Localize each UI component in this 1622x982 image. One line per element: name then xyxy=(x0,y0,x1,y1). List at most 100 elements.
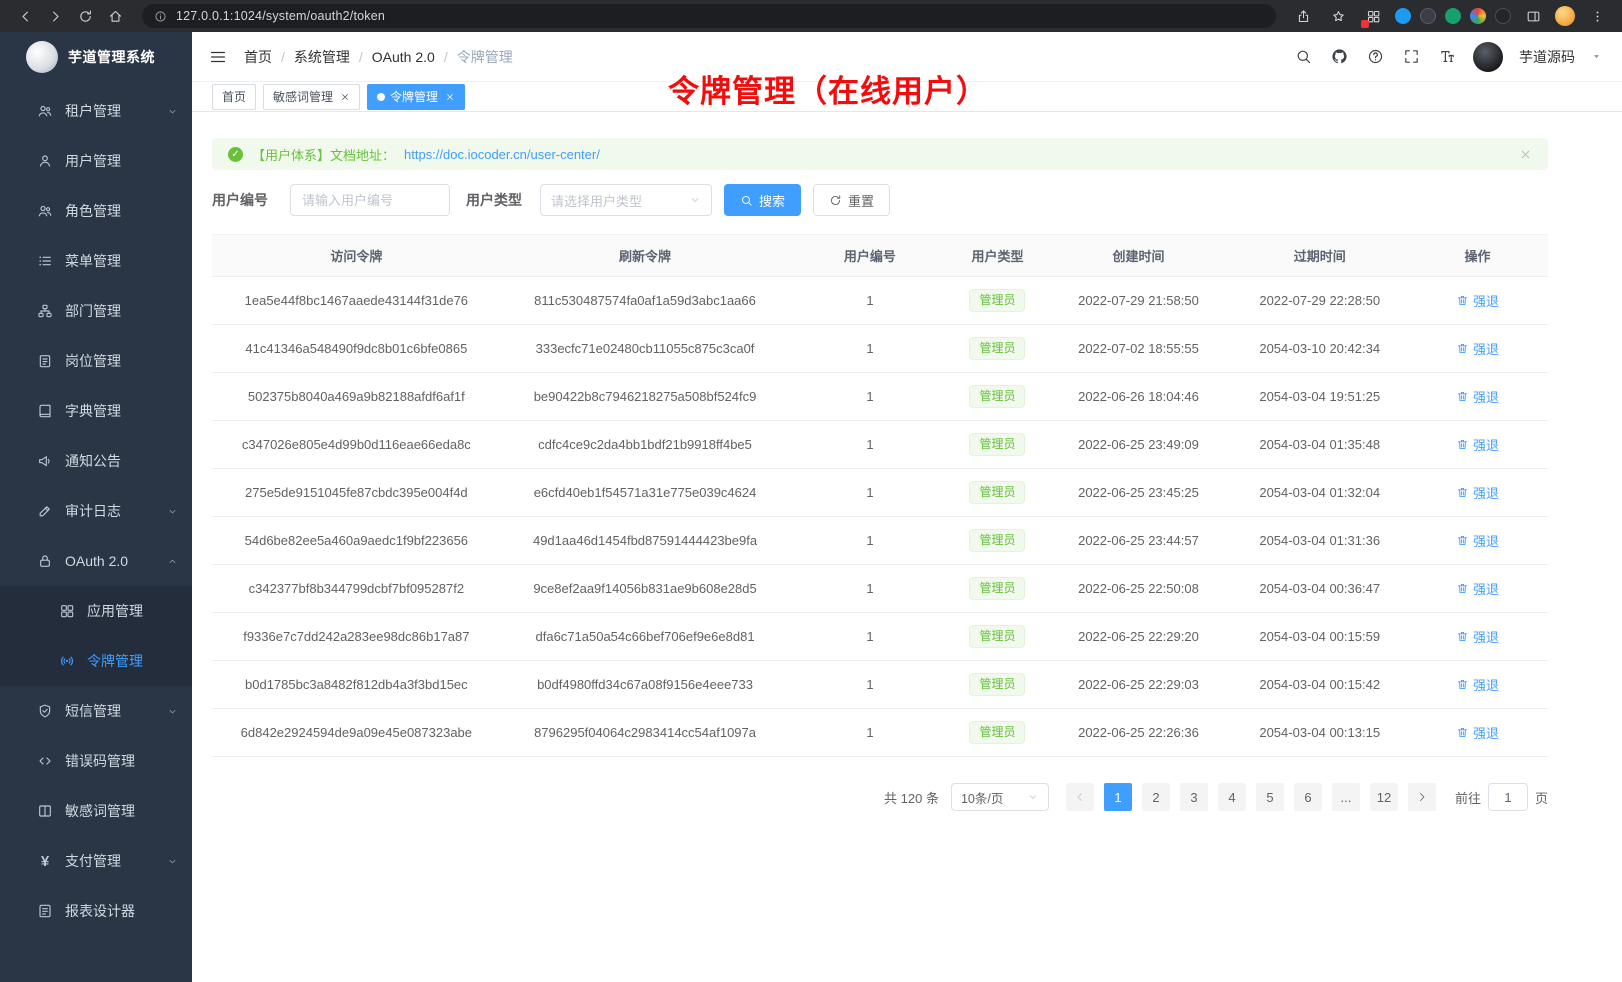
access-token-value: f9336e7c7dd242a283ee98dc86b17a87 xyxy=(243,629,469,644)
extension-icon[interactable] xyxy=(1420,8,1436,24)
page-button[interactable]: 6 xyxy=(1294,783,1322,811)
browser-profile-avatar[interactable] xyxy=(1555,6,1575,26)
sidebar-item[interactable]: 部门管理 xyxy=(0,286,192,336)
sidebar-item[interactable]: 报表设计器 xyxy=(0,886,192,936)
page-button[interactable]: 2 xyxy=(1142,783,1170,811)
sidebar-item[interactable]: 错误码管理 xyxy=(0,736,192,786)
breadcrumb-item-system[interactable]: 系统管理 xyxy=(294,47,350,67)
docs-link[interactable]: https://doc.iocoder.cn/user-center/ xyxy=(404,147,600,162)
browser-home-icon[interactable] xyxy=(102,4,128,28)
sidebar-item[interactable]: 通知公告 xyxy=(0,436,192,486)
close-icon[interactable] xyxy=(445,92,455,102)
search-form: 用户编号 用户类型 请选择用户类型 搜索 重置 xyxy=(212,184,1548,216)
extension-icon[interactable] xyxy=(1470,8,1486,24)
sidebar-item[interactable]: 审计日志 xyxy=(0,486,192,536)
sidebar-item[interactable]: 应用管理 xyxy=(0,586,192,636)
page-button[interactable]: 4 xyxy=(1218,783,1246,811)
help-icon[interactable] xyxy=(1365,47,1385,67)
page-buttons: 123456...12 xyxy=(1099,783,1403,811)
sidebar-item[interactable]: 岗位管理 xyxy=(0,336,192,386)
sidebar-item[interactable]: 用户管理 xyxy=(0,136,192,186)
user-name[interactable]: 芋道源码 xyxy=(1519,47,1575,67)
page-ellipsis-button[interactable]: ... xyxy=(1332,783,1360,811)
sidebar-item[interactable]: 敏感词管理 xyxy=(0,786,192,836)
user-id-input[interactable] xyxy=(290,184,450,216)
sidebar-item[interactable]: 角色管理 xyxy=(0,186,192,236)
close-icon[interactable] xyxy=(340,92,350,102)
expire-time-value: 2054-03-04 00:36:47 xyxy=(1259,581,1380,596)
sidebar-item[interactable]: OAuth 2.0 xyxy=(0,536,192,586)
chevron-down-icon[interactable] xyxy=(1591,51,1602,62)
prev-page-button[interactable] xyxy=(1066,783,1094,811)
breadcrumb-item-home[interactable]: 首页 xyxy=(244,47,272,67)
github-icon[interactable] xyxy=(1329,47,1349,67)
force-logout-button[interactable]: 强退 xyxy=(1456,435,1499,454)
force-logout-button[interactable]: 强退 xyxy=(1456,627,1499,646)
site-info-icon[interactable] xyxy=(154,10,167,23)
page-button[interactable]: 3 xyxy=(1180,783,1208,811)
sidebar-item[interactable]: 字典管理 xyxy=(0,386,192,436)
browser-forward-icon[interactable] xyxy=(42,4,68,28)
reset-button[interactable]: 重置 xyxy=(813,184,890,216)
browser-back-icon[interactable] xyxy=(12,4,38,28)
user-avatar[interactable] xyxy=(1473,42,1503,72)
extension-icon[interactable] xyxy=(1395,8,1411,24)
tab-sensitive-words[interactable]: 敏感词管理 xyxy=(263,84,360,110)
force-logout-button[interactable]: 强退 xyxy=(1456,723,1499,742)
share-icon[interactable] xyxy=(1290,4,1316,28)
cell-user-id: 1 xyxy=(789,661,950,709)
sidebar-item[interactable]: 令牌管理 xyxy=(0,636,192,686)
search-button[interactable]: 搜索 xyxy=(724,184,801,216)
force-logout-button[interactable]: 强退 xyxy=(1456,531,1499,550)
fullscreen-icon[interactable] xyxy=(1401,47,1421,67)
font-size-icon[interactable] xyxy=(1437,47,1457,67)
sidebar-item[interactable]: ¥支付管理 xyxy=(0,836,192,886)
sidebar-item-label: 角色管理 xyxy=(65,201,121,221)
tab-token-management[interactable]: 令牌管理 xyxy=(367,84,465,110)
address-bar[interactable]: 127.0.0.1:1024/system/oauth2/token xyxy=(142,4,1276,28)
cell-actions: 强退 xyxy=(1407,277,1548,325)
force-logout-label: 强退 xyxy=(1473,339,1499,358)
page-button[interactable]: 5 xyxy=(1256,783,1284,811)
sidebar-item-label: 用户管理 xyxy=(65,151,121,171)
user-type-select[interactable]: 请选择用户类型 xyxy=(540,184,712,216)
page-button[interactable]: 1 xyxy=(1104,783,1132,811)
chevron-down-icon xyxy=(167,706,178,717)
browser-menu-icon[interactable] xyxy=(1584,4,1610,28)
created-time-value: 2022-06-25 22:29:03 xyxy=(1078,677,1199,692)
cell-access-token: c342377bf8b344799dcbf7bf095287f2 xyxy=(212,565,501,613)
force-logout-button[interactable]: 强退 xyxy=(1456,675,1499,694)
sidebar-item[interactable]: 菜单管理 xyxy=(0,236,192,286)
next-page-button[interactable] xyxy=(1408,783,1436,811)
split-view-icon[interactable] xyxy=(1520,4,1546,28)
page-size-select[interactable]: 10条/页 xyxy=(951,783,1049,811)
breadcrumb-item-oauth[interactable]: OAuth 2.0 xyxy=(372,49,435,65)
extension-icon[interactable] xyxy=(1445,8,1461,24)
sidebar-item[interactable]: 短信管理 xyxy=(0,686,192,736)
cell-actions: 强退 xyxy=(1407,469,1548,517)
force-logout-button[interactable]: 强退 xyxy=(1456,387,1499,406)
alert-close-icon[interactable] xyxy=(1519,148,1532,161)
page-button[interactable]: 12 xyxy=(1370,783,1398,811)
search-icon[interactable] xyxy=(1293,47,1313,67)
cell-actions: 强退 xyxy=(1407,517,1548,565)
sidebar-item-label: 字典管理 xyxy=(65,401,121,421)
goto-page-input[interactable] xyxy=(1488,783,1528,811)
browser-toolbar: 127.0.0.1:1024/system/oauth2/token xyxy=(0,0,1622,32)
force-logout-button[interactable]: 强退 xyxy=(1456,291,1499,310)
bookmark-star-icon[interactable] xyxy=(1325,4,1351,28)
list-icon xyxy=(36,253,54,269)
browser-reload-icon[interactable] xyxy=(72,4,98,28)
extension-icon[interactable] xyxy=(1360,4,1386,28)
force-logout-button[interactable]: 强退 xyxy=(1456,579,1499,598)
sidebar-item-label: 短信管理 xyxy=(65,701,121,721)
sidebar-item[interactable]: 租户管理 xyxy=(0,86,192,136)
force-logout-button[interactable]: 强退 xyxy=(1456,483,1499,502)
app-logo[interactable]: 芋道管理系统 xyxy=(0,32,192,82)
sidebar-collapse-icon[interactable] xyxy=(192,32,244,82)
force-logout-button[interactable]: 强退 xyxy=(1456,339,1499,358)
signal-icon xyxy=(58,653,76,669)
tab-home[interactable]: 首页 xyxy=(212,84,256,110)
extension-icon[interactable] xyxy=(1495,8,1511,24)
user-type-tag: 管理员 xyxy=(969,577,1025,599)
